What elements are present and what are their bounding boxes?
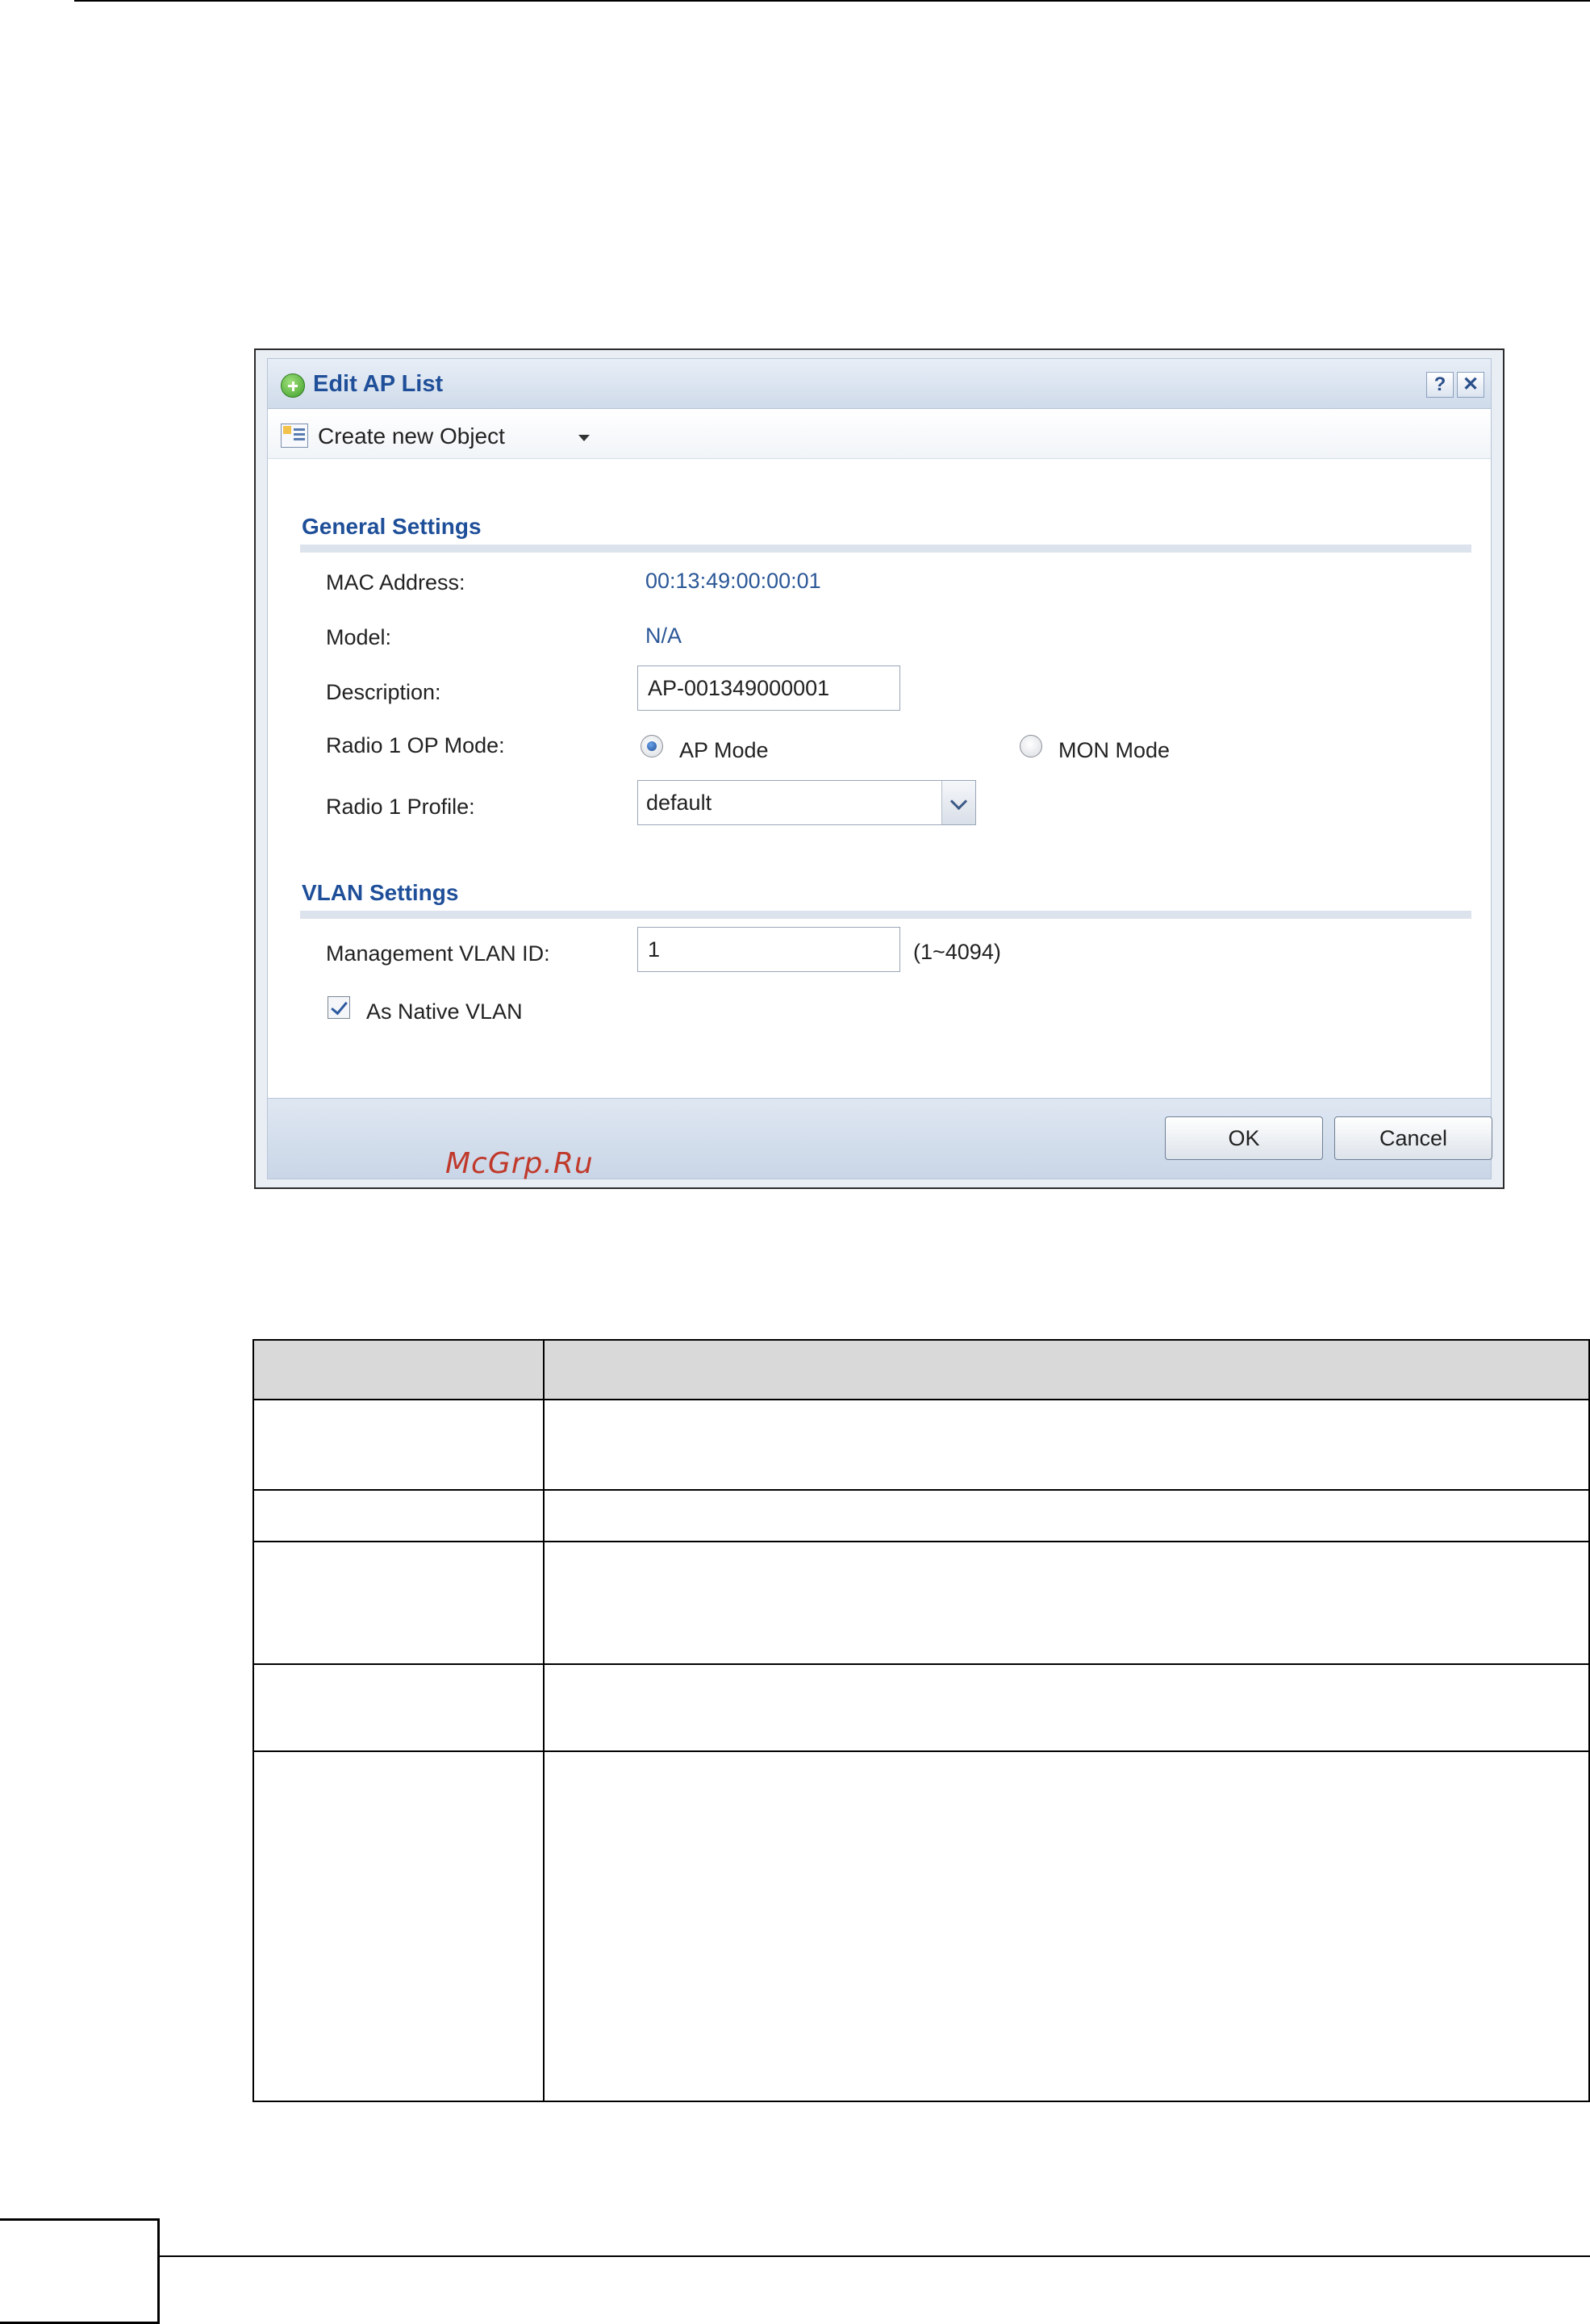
native-vlan-checkbox[interactable] xyxy=(328,996,350,1019)
dialog-toolbar: Create new Object xyxy=(268,409,1491,459)
watermark: McGrp.Ru xyxy=(445,1147,594,1180)
ap-mode-label: AP Mode xyxy=(679,738,769,762)
edit-ap-list-dialog: Edit AP List ? ✕ Create new Object Gener… xyxy=(254,348,1504,1189)
table-row xyxy=(254,1663,1588,1665)
page-number-box xyxy=(0,2218,160,2324)
native-vlan-label: As Native VLAN xyxy=(366,999,523,1024)
radio-op-mode-label: Radio 1 OP Mode: xyxy=(326,733,505,757)
description-label: Description: xyxy=(326,680,441,704)
table-header-row xyxy=(254,1341,1588,1400)
model-label: Model: xyxy=(326,625,392,649)
mon-mode-radio[interactable] xyxy=(1020,735,1042,757)
radio-profile-select[interactable]: default xyxy=(637,780,976,825)
ok-button[interactable]: OK xyxy=(1165,1116,1323,1160)
general-settings-heading: General Settings xyxy=(302,514,482,539)
field-description-table xyxy=(252,1339,1590,2102)
general-settings-divider xyxy=(300,544,1471,553)
table-row xyxy=(254,1489,1588,1491)
help-icon[interactable]: ? xyxy=(1426,372,1454,398)
ap-mode-radio[interactable] xyxy=(641,735,663,757)
vlan-settings-divider xyxy=(300,911,1471,919)
vlan-id-range-hint: (1~4094) xyxy=(913,940,1001,964)
radio-profile-value: default xyxy=(646,791,712,815)
create-object-icon xyxy=(281,423,308,448)
model-value: N/A xyxy=(645,624,682,648)
management-vlan-id-label: Management VLAN ID: xyxy=(326,941,550,966)
chevron-down-icon[interactable] xyxy=(941,781,975,824)
table-row xyxy=(254,1750,1588,1752)
table-column-divider xyxy=(543,1341,545,2101)
management-vlan-id-input[interactable]: 1 xyxy=(637,927,900,972)
cancel-button[interactable]: Cancel xyxy=(1334,1116,1492,1160)
mac-address-label: MAC Address: xyxy=(326,570,465,595)
create-new-object-label: Create new Object xyxy=(318,423,505,449)
dialog-titlebar: Edit AP List ? ✕ xyxy=(268,359,1491,409)
caret-down-icon xyxy=(578,435,590,441)
dialog-body: Edit AP List ? ✕ Create new Object Gener… xyxy=(267,358,1492,1179)
mon-mode-label: MON Mode xyxy=(1058,738,1171,762)
mac-address-value: 00:13:49:00:00:01 xyxy=(645,569,821,593)
footer-rule xyxy=(160,2255,1590,2257)
radio-profile-label: Radio 1 Profile: xyxy=(326,795,475,819)
table-row xyxy=(254,1541,1588,1542)
header-rule xyxy=(74,0,1590,2)
description-input[interactable]: AP-001349000001 xyxy=(637,665,900,711)
add-circle-icon xyxy=(281,373,305,398)
close-icon[interactable]: ✕ xyxy=(1457,372,1484,398)
vlan-settings-heading: VLAN Settings xyxy=(302,880,459,905)
dialog-title: Edit AP List xyxy=(313,371,444,397)
